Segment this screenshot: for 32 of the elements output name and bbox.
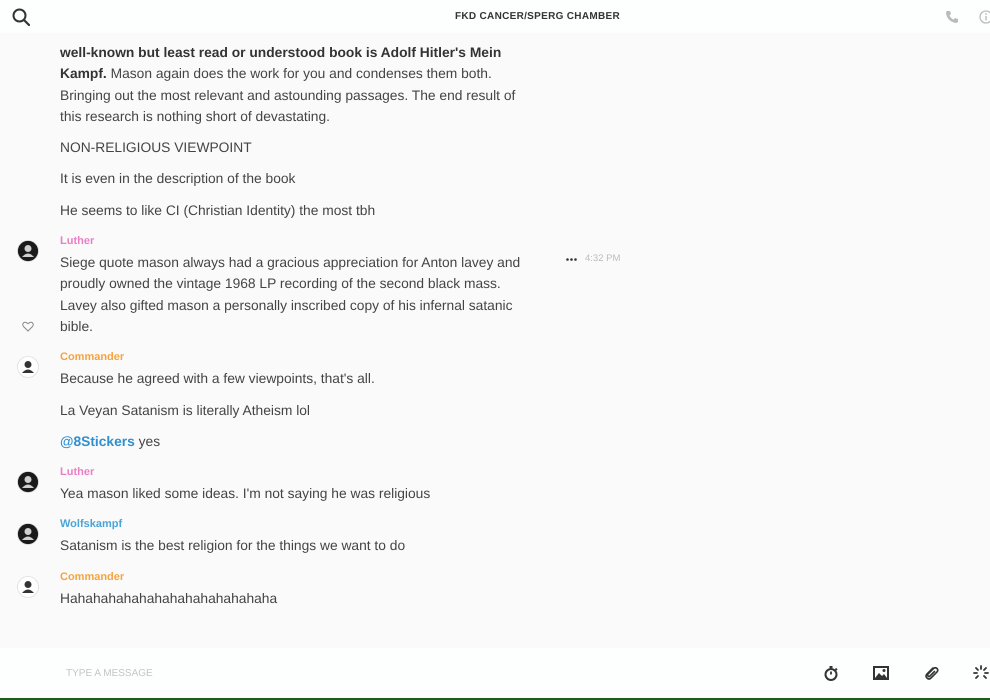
message-text: La Veyan Satanism is literally Atheism lol <box>60 402 311 420</box>
more-options-icon[interactable] <box>566 258 577 261</box>
spinner-icon[interactable] <box>973 665 989 681</box>
search-icon[interactable] <box>12 8 30 26</box>
avatar[interactable] <box>17 576 39 598</box>
author-name[interactable]: Luther <box>60 231 532 252</box>
message-text: yes <box>138 434 160 449</box>
message-text: well-known but least read or understood book is Adolf Hitler's Mein Kampf. Mason again does the work for you and condenses them both. Bringing out the most relevant and astounding passages. The end result of this research is nothing short of devastating. <box>60 44 516 126</box>
paperclip-icon[interactable] <box>923 665 939 681</box>
avatar[interactable] <box>17 471 39 494</box>
avatar[interactable] <box>17 523 39 546</box>
stopwatch-icon[interactable] <box>823 665 839 681</box>
message-text: Hahahahahahahahahahahahahaha <box>60 590 278 608</box>
message-text: NON-RELIGIOUS VIEWPOINT <box>60 139 253 158</box>
author-name[interactable]: Luther <box>60 462 532 484</box>
message-text: Because he agreed with a few viewpoints, that's all. <box>60 370 376 388</box>
avatar[interactable] <box>17 356 39 378</box>
message-text: Yea mason liked some ideas. I'm not saying he was religious <box>60 485 432 504</box>
image-icon[interactable] <box>873 666 889 680</box>
message-text: Siege quote mason always had a gracious appreciation for Anton lavey and proudly owned the vintage 1968 LP recording of the second black mass. Lavey also gifted mason a personally inscribed copy of his infernal satanic bible. <box>60 254 522 336</box>
channel-title: FKD CANCER/SPERG CHAMBER <box>454 11 621 22</box>
author-name[interactable]: Commander <box>60 347 532 368</box>
message-text: It is even in the description of the book <box>60 170 296 188</box>
timestamp: 4:32 PM <box>585 254 620 264</box>
message-input[interactable]: TYPE A MESSAGE <box>64 666 668 680</box>
message-text: Satanism is the best religion for the things we want to do <box>60 537 406 556</box>
heart-icon[interactable] <box>22 321 34 332</box>
message-text: He seems to like CI (Christian Identity) the most tbh <box>60 202 376 220</box>
avatar[interactable] <box>17 240 39 262</box>
author-name[interactable]: Wolfskampf <box>60 514 532 536</box>
author-name[interactable]: Commander <box>60 566 532 588</box>
mention-link[interactable]: @8Stickers <box>60 434 135 449</box>
